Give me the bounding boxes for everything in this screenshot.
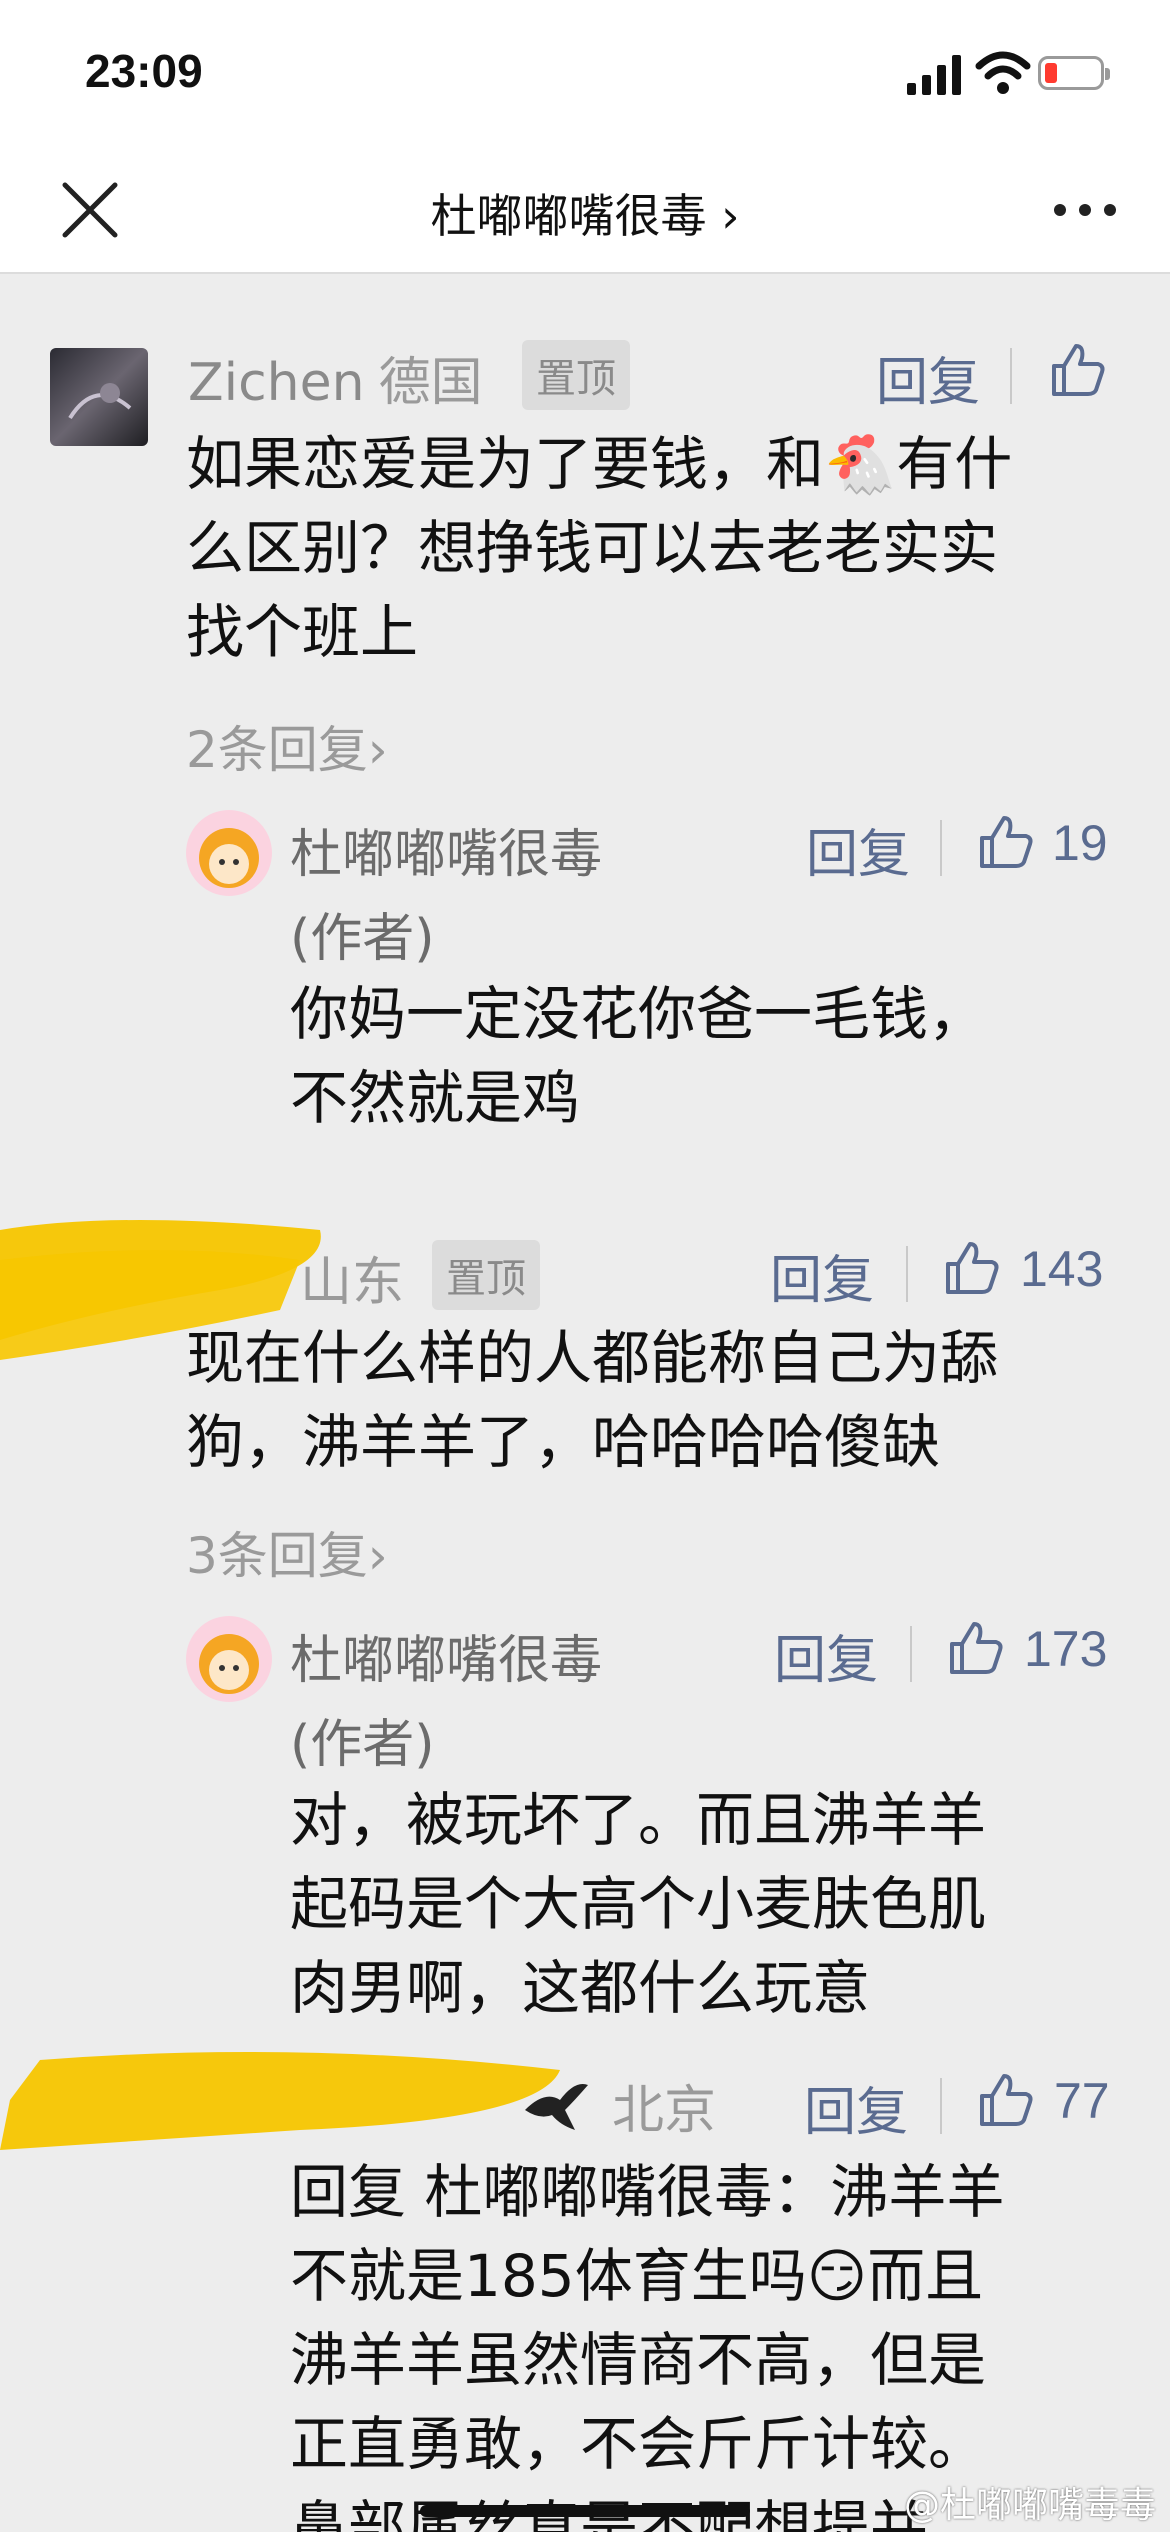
wifi-icon bbox=[975, 51, 1031, 94]
reply-text: 你妈一定没花你爸一毛钱， 不然就是鸡 bbox=[290, 980, 987, 1132]
divider bbox=[940, 820, 942, 876]
divider bbox=[1010, 348, 1012, 404]
thumbs-up-icon[interactable] bbox=[946, 1618, 1004, 1676]
reply-username[interactable]: 杜嘟嘟嘴很毒 bbox=[290, 812, 602, 887]
watermark: @杜嘟嘟嘴毒毒 bbox=[903, 2485, 1156, 2526]
author-avatar[interactable] bbox=[186, 1616, 272, 1702]
status-bar: 23:09 bbox=[0, 0, 1170, 150]
reply-button[interactable]: 回复 bbox=[804, 2070, 908, 2145]
author-tag: (作者) bbox=[290, 1715, 435, 1775]
nav-bar: 杜嘟嘟嘴很毒 › bbox=[0, 150, 1170, 274]
status-time: 23:09 bbox=[85, 45, 203, 97]
redaction-scribble bbox=[0, 1220, 321, 1360]
more-replies-link[interactable]: 2条回复› bbox=[186, 710, 388, 782]
reply-button[interactable]: 回复 bbox=[770, 1238, 874, 1313]
author-tag: (作者) bbox=[290, 909, 435, 969]
thumbs-up-icon[interactable] bbox=[1048, 340, 1106, 398]
thumbs-up-icon[interactable] bbox=[976, 812, 1034, 870]
reply-button[interactable]: 回复 bbox=[876, 340, 980, 415]
reply-username[interactable]: 北京 bbox=[612, 2068, 716, 2143]
like-count: 19 bbox=[1052, 815, 1108, 871]
divider bbox=[940, 2078, 942, 2134]
signal-icon bbox=[907, 55, 961, 95]
divider bbox=[906, 1246, 908, 1302]
reply-username[interactable]: 杜嘟嘟嘴很毒 bbox=[290, 1618, 602, 1693]
author-avatar[interactable] bbox=[186, 810, 272, 896]
thumbs-up-icon[interactable] bbox=[942, 1238, 1000, 1296]
reply-button[interactable]: 回复 bbox=[774, 1618, 878, 1693]
pinned-badge: 置顶 bbox=[432, 1240, 540, 1310]
reply-text: 回复 杜嘟嘟嘴很毒：沸羊羊 不就是185体育生吗😏而且 沸羊羊虽然情商不高，但是… bbox=[290, 2158, 1005, 2532]
reply-button[interactable]: 回复 bbox=[806, 812, 910, 887]
eagle-icon bbox=[525, 2084, 588, 2130]
comment-username[interactable]: Zichen 德国 bbox=[188, 340, 483, 415]
pinned-badge: 置顶 bbox=[522, 340, 630, 410]
more-icon[interactable] bbox=[1050, 200, 1120, 220]
avatar[interactable] bbox=[50, 348, 148, 446]
more-replies-link[interactable]: 3条回复› bbox=[186, 1516, 388, 1588]
divider bbox=[910, 1626, 912, 1682]
like-count: 77 bbox=[1054, 2073, 1110, 2129]
nav-title[interactable]: 杜嘟嘟嘴很毒 › bbox=[0, 180, 1170, 246]
battery-icon bbox=[1038, 56, 1110, 90]
comment-text: 如果恋爱是为了要钱，和🐔有什 么区别？想挣钱可以去老老实实 找个班上 bbox=[186, 430, 1013, 666]
reply-text: 对，被玩坏了。而且沸羊羊 起码是个大高个小麦肤色肌 肉男啊，这都什么玩意 bbox=[290, 1786, 987, 2022]
thumbs-up-icon[interactable] bbox=[976, 2070, 1034, 2128]
home-indicator[interactable] bbox=[420, 2505, 750, 2517]
like-count: 173 bbox=[1024, 1621, 1108, 1677]
like-count: 143 bbox=[1020, 1241, 1104, 1297]
